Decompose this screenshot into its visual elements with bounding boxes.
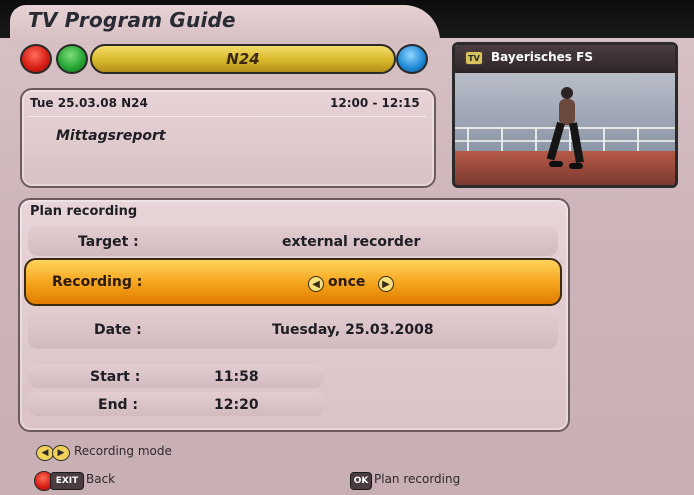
program-time-range: 12:00 - 12:15: [330, 96, 420, 110]
end-row[interactable]: [28, 392, 324, 416]
person-foot-left: [549, 161, 563, 167]
start-value: 11:58: [214, 369, 259, 385]
channel-selector[interactable]: N24: [90, 44, 396, 74]
date-label: Date :: [94, 322, 142, 338]
tv-guide-screen: TV Program Guide N24 Tue 25.03.08 N24 12…: [0, 0, 694, 495]
plan-recording-title: Plan recording: [30, 204, 138, 219]
red-button[interactable]: [20, 44, 52, 74]
exit-button[interactable]: EXIT: [50, 472, 84, 490]
end-value: 12:20: [214, 397, 259, 413]
recording-value: once: [328, 274, 366, 290]
blue-button[interactable]: [396, 44, 428, 74]
preview-person: [546, 87, 587, 175]
ok-button[interactable]: OK: [350, 472, 372, 490]
green-button[interactable]: [56, 44, 88, 74]
page-title: TV Program Guide: [28, 8, 236, 32]
date-value: Tuesday, 25.03.2008: [272, 322, 434, 338]
tv-icon: TV: [465, 51, 483, 65]
info-divider: [28, 116, 426, 117]
arrow-right-icon[interactable]: ▶: [378, 276, 394, 292]
start-row[interactable]: [28, 364, 324, 388]
end-label: End :: [98, 397, 139, 413]
target-label: Target :: [78, 234, 139, 250]
legend-recording-mode: Recording mode: [74, 444, 172, 458]
preview-channel-name: Bayerisches FS: [491, 50, 593, 64]
person-leg-left: [546, 121, 565, 161]
legend-back: Back: [86, 472, 116, 486]
person-leg-right: [569, 122, 584, 164]
target-value: external recorder: [282, 234, 421, 250]
recording-label: Recording :: [52, 274, 143, 290]
legend-plan-recording: Plan recording: [374, 472, 461, 486]
channel-name: N24: [226, 50, 260, 68]
program-title: Mittagsreport: [56, 128, 166, 144]
person-body: [559, 99, 575, 125]
program-date-channel: Tue 25.03.08 N24: [30, 96, 148, 110]
person-foot-right: [569, 163, 583, 169]
arrow-left-icon[interactable]: ◀: [308, 276, 324, 292]
start-label: Start :: [90, 369, 141, 385]
person-head: [561, 87, 573, 99]
right-arrow-icon: ▶: [52, 445, 70, 461]
live-preview: TV Bayerisches FS: [452, 42, 678, 188]
